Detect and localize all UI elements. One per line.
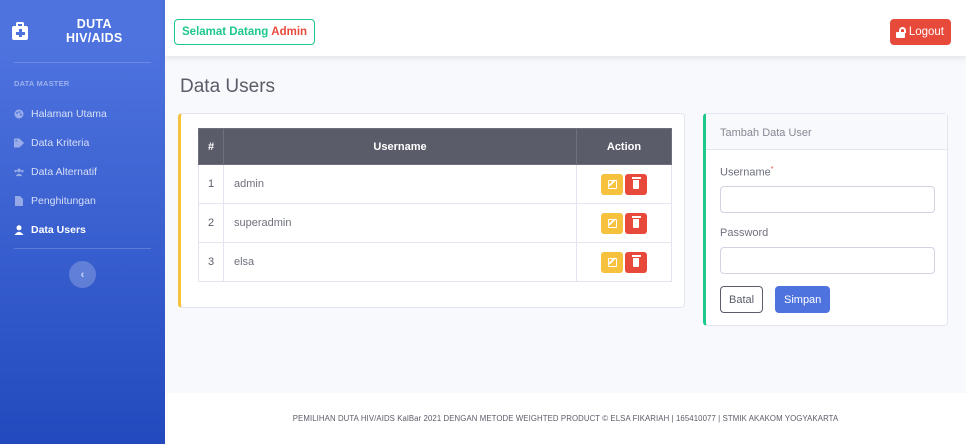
sidebar-item-label: Data Kriteria	[31, 136, 90, 149]
row-username: superadmin	[223, 203, 577, 243]
row-username: elsa	[223, 242, 577, 282]
topbar: Selamat Datang Admin Logout	[165, 0, 966, 56]
tag-icon	[14, 137, 24, 148]
sidebar-divider	[14, 248, 151, 249]
row-number: 2	[198, 203, 224, 243]
sidebar-brand[interactable]: DUTA HIV/AIDS	[0, 0, 165, 62]
page-title: Data Users	[180, 76, 276, 97]
row-number: 3	[198, 242, 224, 282]
sidebar-item-label: Data Alternatif	[31, 165, 97, 178]
column-header-username: Username	[223, 128, 577, 165]
row-actions	[576, 164, 672, 204]
sidebar: DUTA HIV/AIDS DATA MASTER Halaman Utama …	[0, 0, 165, 444]
table-header-row: # Username Action	[198, 128, 672, 165]
palette-icon	[14, 109, 24, 119]
save-button[interactable]: Simpan	[775, 286, 831, 313]
cancel-button[interactable]: Batal	[720, 286, 764, 313]
users-table: # Username Action 1 admin 2 superadmin 3…	[198, 128, 672, 282]
row-number: 1	[198, 164, 224, 204]
row-actions	[576, 203, 672, 243]
trash-icon	[631, 177, 641, 189]
logout-label: Logout	[908, 26, 944, 38]
sidebar-item-data-alternatif[interactable]: Data Alternatif	[0, 157, 165, 186]
sidebar-item-halaman-utama[interactable]: Halaman Utama	[0, 99, 165, 128]
sidebar-heading: DATA MASTER	[14, 79, 70, 88]
trash-icon	[631, 216, 641, 228]
edit-icon	[607, 179, 617, 189]
trash-icon	[631, 255, 641, 267]
logout-button[interactable]: Logout	[889, 19, 951, 45]
users-table-card: # Username Action 1 admin 2 superadmin 3…	[178, 113, 685, 308]
edit-button[interactable]	[601, 173, 623, 195]
edit-button[interactable]	[601, 251, 623, 273]
row-username: admin	[223, 164, 577, 204]
add-user-card-title: Tambah Data User	[706, 114, 947, 150]
sidebar-item-label: Halaman Utama	[31, 107, 107, 120]
welcome-badge: Selamat Datang Admin	[174, 19, 316, 45]
medkit-icon	[12, 22, 28, 40]
welcome-text: Selamat Datang	[182, 26, 269, 38]
user-icon	[14, 224, 24, 235]
table-row: 3 elsa	[198, 242, 672, 282]
delete-button[interactable]	[625, 212, 647, 234]
sidebar-item-label: Penghitungan	[31, 194, 96, 207]
edit-button[interactable]	[601, 212, 623, 234]
column-header-action: Action	[576, 128, 672, 165]
required-mark: *	[770, 166, 774, 173]
delete-button[interactable]	[625, 251, 647, 273]
column-header-number: #	[198, 128, 224, 165]
sidebar-item-penghitungan[interactable]: Penghitungan	[0, 186, 165, 215]
username-input[interactable]	[720, 186, 935, 213]
brand-line-2: HIV/AIDS	[66, 31, 123, 45]
users-icon	[14, 167, 24, 177]
chevron-left-icon: ‹	[80, 268, 85, 281]
password-input[interactable]	[720, 247, 935, 274]
sidebar-toggle-button[interactable]: ‹	[69, 261, 96, 288]
row-actions	[576, 242, 672, 282]
brand-title: DUTA HIV/AIDS	[66, 17, 123, 45]
footer: PEMILIHAN DUTA HIV/AIDS KalBar 2021 DENG…	[165, 393, 966, 444]
edit-icon	[607, 218, 617, 228]
username-label: Username*	[720, 166, 773, 179]
unlock-icon	[895, 26, 906, 38]
brand-line-1: DUTA	[76, 17, 112, 31]
welcome-username: Admin	[271, 26, 308, 38]
sidebar-item-label: Data Users	[31, 223, 86, 236]
footer-text: PEMILIHAN DUTA HIV/AIDS KalBar 2021 DENG…	[292, 414, 839, 423]
edit-icon	[607, 257, 617, 267]
file-icon	[14, 195, 24, 206]
password-label: Password	[720, 227, 769, 239]
delete-button[interactable]	[625, 173, 647, 195]
username-label-text: Username	[720, 166, 771, 179]
sidebar-item-data-kriteria[interactable]: Data Kriteria	[0, 128, 165, 157]
sidebar-item-data-users[interactable]: Data Users	[0, 215, 165, 244]
add-user-card: Tambah Data User Username* Password Bata…	[703, 113, 948, 326]
table-row: 2 superadmin	[198, 203, 672, 243]
table-row: 1 admin	[198, 164, 672, 204]
